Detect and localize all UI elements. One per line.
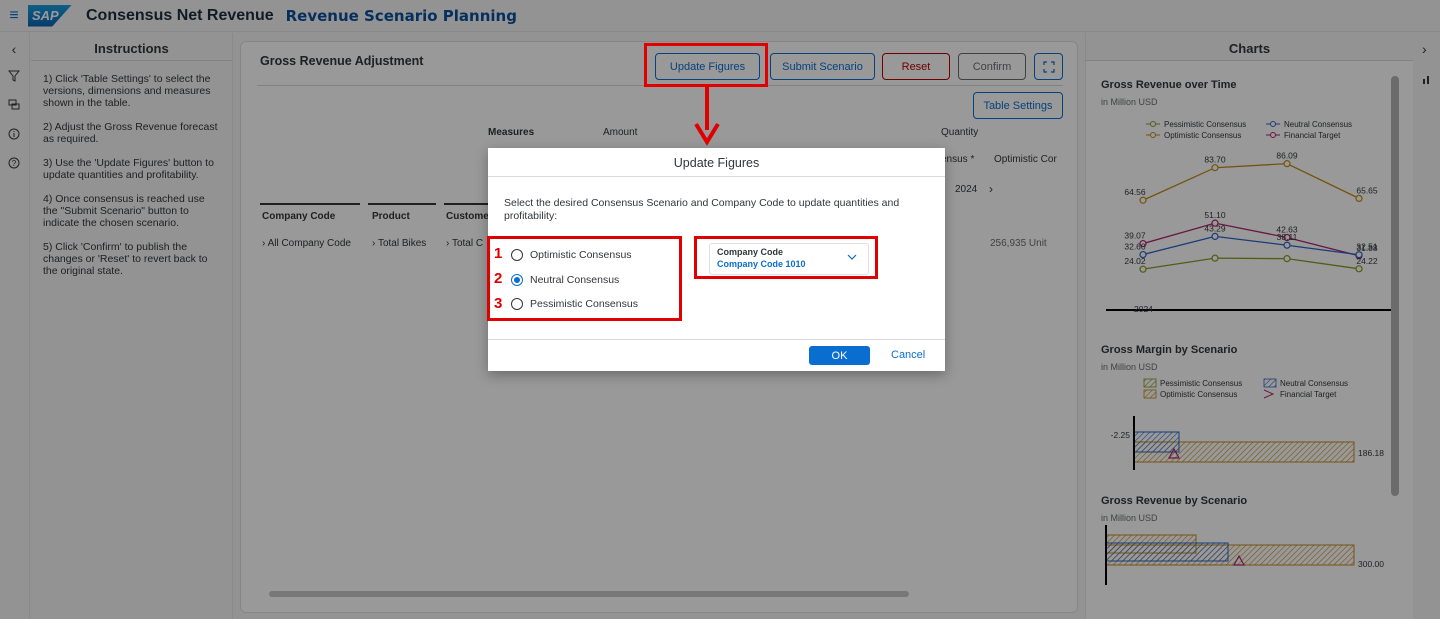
annotation-highlight-update-button (644, 43, 768, 87)
annotation-highlight-scenarios (487, 236, 682, 321)
dialog-footer-divider (488, 339, 945, 340)
dialog-title: Update Figures (488, 148, 945, 177)
annotation-number: 1 (494, 245, 503, 262)
annotation-number: 2 (494, 270, 503, 287)
dialog-description: Select the desired Consensus Scenario an… (504, 197, 900, 222)
annotation-arrow-icon (694, 86, 720, 146)
annotation-highlight-company-code (694, 236, 878, 279)
annotation-number: 3 (494, 295, 503, 312)
cancel-button[interactable]: Cancel (891, 349, 925, 361)
ok-button[interactable]: OK (809, 346, 870, 365)
